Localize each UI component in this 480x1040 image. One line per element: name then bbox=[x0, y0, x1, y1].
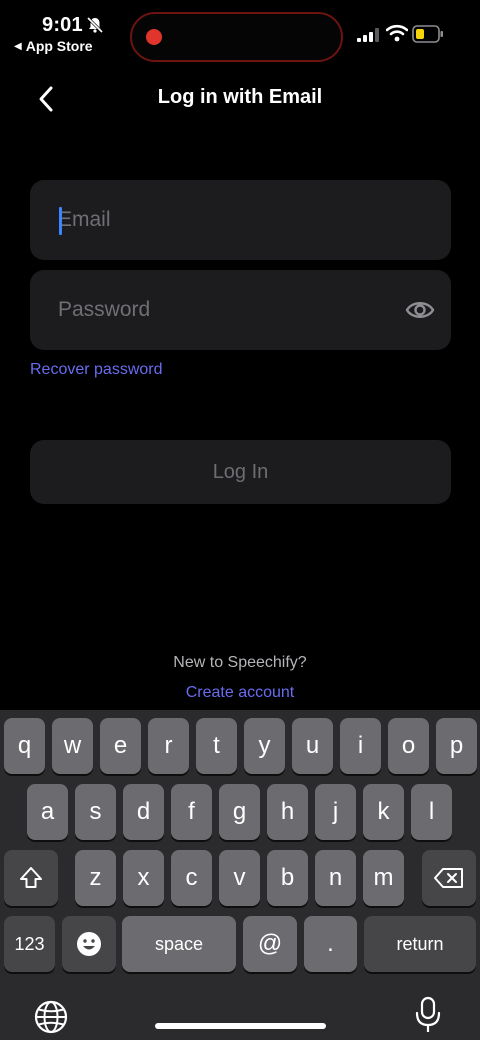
key-m[interactable]: m bbox=[363, 850, 404, 906]
create-account-link[interactable]: Create account bbox=[0, 684, 480, 702]
home-indicator[interactable] bbox=[155, 1023, 326, 1029]
key-j[interactable]: j bbox=[315, 784, 356, 840]
key-d[interactable]: d bbox=[123, 784, 164, 840]
key-r[interactable]: r bbox=[148, 718, 189, 774]
at-key[interactable]: @ bbox=[243, 916, 297, 972]
return-key[interactable]: return bbox=[364, 916, 476, 972]
shift-icon bbox=[20, 867, 42, 888]
shift-key[interactable] bbox=[4, 850, 58, 906]
key-b[interactable]: b bbox=[267, 850, 308, 906]
key-v[interactable]: v bbox=[219, 850, 260, 906]
key-p[interactable]: p bbox=[436, 718, 477, 774]
key-w[interactable]: w bbox=[52, 718, 93, 774]
email-input[interactable] bbox=[58, 180, 398, 260]
key-f[interactable]: f bbox=[171, 784, 212, 840]
back-triangle-icon: ◀ bbox=[14, 40, 22, 52]
numbers-key[interactable]: 123 bbox=[4, 916, 55, 972]
backspace-icon bbox=[434, 868, 463, 888]
emoji-icon bbox=[77, 932, 101, 956]
key-a[interactable]: a bbox=[27, 784, 68, 840]
key-g[interactable]: g bbox=[219, 784, 260, 840]
status-bar: 9:01 ◀ App Store bbox=[0, 0, 480, 70]
back-to-app-link[interactable]: ◀ App Store bbox=[14, 38, 93, 54]
email-field[interactable] bbox=[30, 180, 451, 260]
key-l[interactable]: l bbox=[411, 784, 452, 840]
globe-icon[interactable] bbox=[34, 1000, 68, 1034]
bell-slash-icon bbox=[86, 16, 104, 34]
new-user-prompt: New to Speechify? bbox=[173, 654, 307, 671]
key-q[interactable]: q bbox=[4, 718, 45, 774]
backspace-key[interactable] bbox=[422, 850, 476, 906]
key-n[interactable]: n bbox=[315, 850, 356, 906]
back-app-label: App Store bbox=[25, 38, 93, 54]
dynamic-island bbox=[130, 12, 343, 62]
key-y[interactable]: y bbox=[244, 718, 285, 774]
cellular-signal-icon bbox=[357, 28, 379, 42]
emoji-key[interactable] bbox=[62, 916, 116, 972]
login-button[interactable]: Log In bbox=[30, 440, 451, 504]
battery-icon bbox=[412, 25, 443, 43]
password-field[interactable] bbox=[30, 270, 451, 350]
status-time: 9:01 bbox=[42, 14, 83, 36]
space-key[interactable]: space bbox=[122, 916, 236, 972]
page-title: Log in with Email bbox=[157, 86, 323, 108]
key-s[interactable]: s bbox=[75, 784, 116, 840]
password-input[interactable] bbox=[58, 270, 398, 350]
key-t[interactable]: t bbox=[196, 718, 237, 774]
key-x[interactable]: x bbox=[123, 850, 164, 906]
key-e[interactable]: e bbox=[100, 718, 141, 774]
key-z[interactable]: z bbox=[75, 850, 116, 906]
wifi-icon bbox=[386, 24, 408, 42]
key-h[interactable]: h bbox=[267, 784, 308, 840]
microphone-icon[interactable] bbox=[415, 996, 441, 1034]
recording-dot-icon bbox=[146, 29, 162, 45]
dot-key[interactable]: . bbox=[304, 916, 357, 972]
key-k[interactable]: k bbox=[363, 784, 404, 840]
eye-icon[interactable] bbox=[405, 297, 435, 323]
text-caret bbox=[59, 207, 62, 235]
key-u[interactable]: u bbox=[292, 718, 333, 774]
key-o[interactable]: o bbox=[388, 718, 429, 774]
key-c[interactable]: c bbox=[171, 850, 212, 906]
recover-password-link[interactable]: Recover password bbox=[30, 361, 163, 379]
key-i[interactable]: i bbox=[340, 718, 381, 774]
